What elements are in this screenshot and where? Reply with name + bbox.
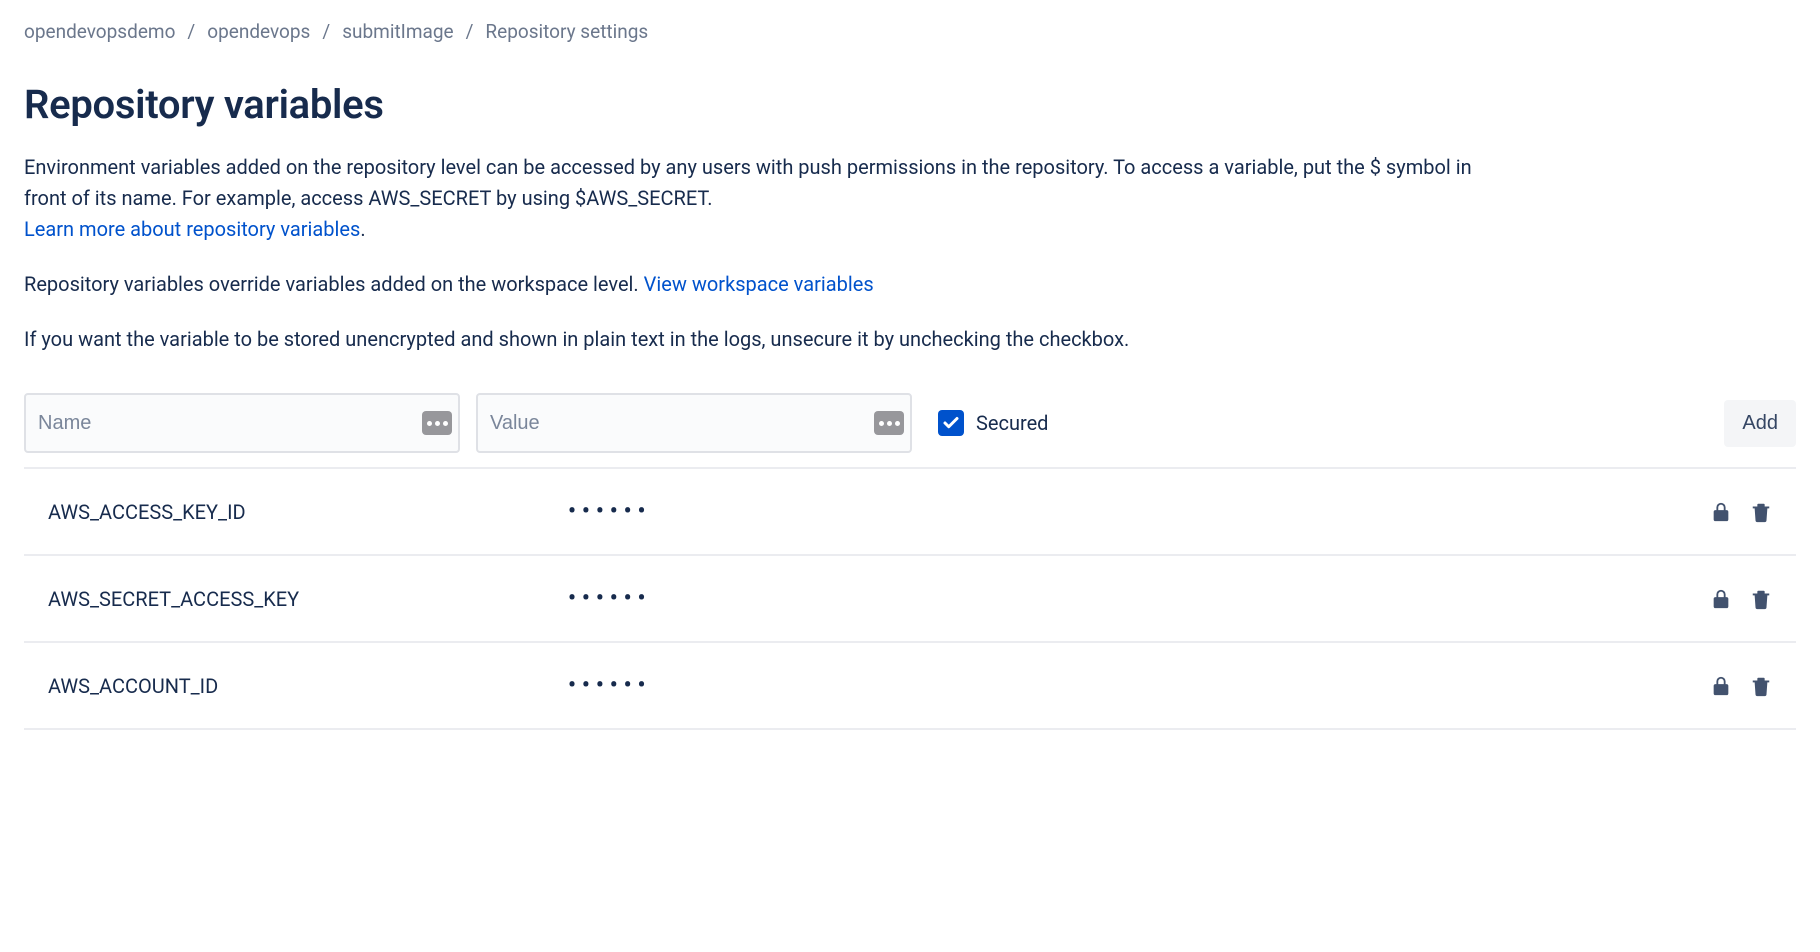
breadcrumb-item-3[interactable]: Repository settings (485, 20, 648, 43)
trash-icon[interactable] (1750, 501, 1772, 523)
value-input-wrap (476, 393, 912, 453)
description-intro-text: Environment variables added on the repos… (24, 155, 1472, 210)
breadcrumb: opendevopsdemo / opendevops / submitImag… (24, 20, 1796, 43)
add-variable-form: Secured Add (24, 379, 1796, 467)
secured-checkbox-wrap: Secured (938, 410, 1048, 436)
name-input-wrap (24, 393, 460, 453)
view-workspace-variables-link[interactable]: View workspace variables (644, 272, 874, 296)
variable-row: AWS_SECRET_ACCESS_KEY •••••• (24, 556, 1796, 643)
lock-icon (1710, 588, 1732, 610)
lock-icon (1710, 675, 1732, 697)
variable-value-masked: •••••• (568, 499, 1710, 524)
password-mask-icon (874, 411, 904, 435)
learn-more-link[interactable]: Learn more about repository variables (24, 217, 360, 241)
variable-name: AWS_SECRET_ACCESS_KEY (48, 587, 568, 611)
description-override: Repository variables override variables … (24, 269, 1494, 300)
variable-actions (1710, 588, 1772, 610)
breadcrumb-separator: / (466, 20, 474, 43)
trash-icon[interactable] (1750, 675, 1772, 697)
password-mask-icon (422, 411, 452, 435)
lock-icon (1710, 501, 1732, 523)
trash-icon[interactable] (1750, 588, 1772, 610)
breadcrumb-item-1[interactable]: opendevops (207, 20, 310, 43)
description-intro: Environment variables added on the repos… (24, 152, 1494, 245)
page-title: Repository variables (24, 81, 1796, 128)
breadcrumb-separator: / (187, 20, 195, 43)
variable-name: AWS_ACCOUNT_ID (48, 674, 568, 698)
variable-value-masked: •••••• (568, 586, 1710, 611)
variable-row: AWS_ACCOUNT_ID •••••• (24, 643, 1796, 730)
variable-actions (1710, 501, 1772, 523)
variable-actions (1710, 675, 1772, 697)
variable-row: AWS_ACCESS_KEY_ID •••••• (24, 469, 1796, 556)
secured-checkbox[interactable] (938, 410, 964, 436)
name-input[interactable] (24, 393, 460, 453)
variable-name: AWS_ACCESS_KEY_ID (48, 500, 568, 524)
add-button[interactable]: Add (1724, 400, 1796, 447)
variables-list: AWS_ACCESS_KEY_ID •••••• AWS_SECRET_ACCE… (24, 469, 1796, 730)
breadcrumb-item-2[interactable]: submitImage (342, 20, 453, 43)
secured-label: Secured (976, 411, 1048, 435)
override-text: Repository variables override variables … (24, 272, 644, 296)
breadcrumb-item-0[interactable]: opendevopsdemo (24, 20, 175, 43)
variable-value-masked: •••••• (568, 673, 1710, 698)
description-unsecure: If you want the variable to be stored un… (24, 324, 1494, 355)
breadcrumb-separator: / (322, 20, 330, 43)
value-input[interactable] (476, 393, 912, 453)
